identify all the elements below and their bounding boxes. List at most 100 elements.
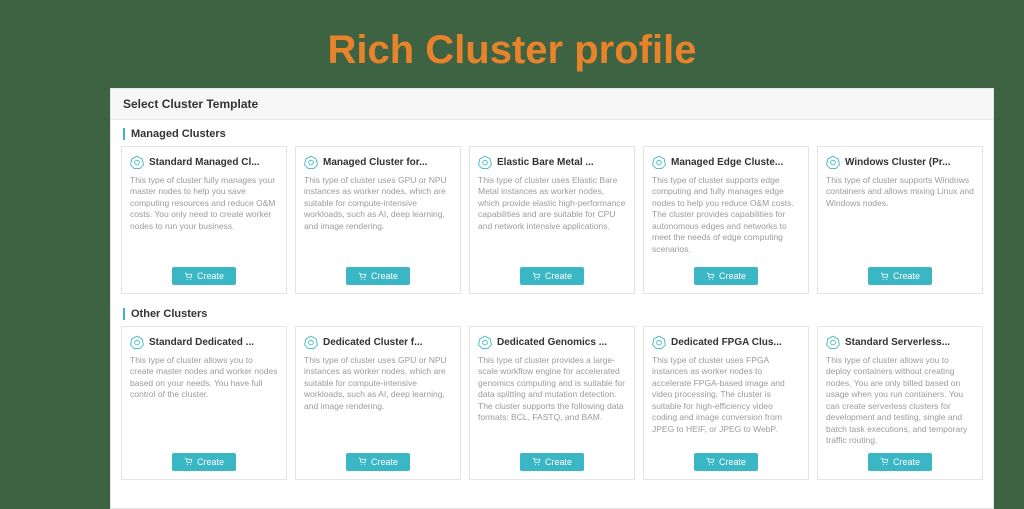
create-button-label: Create bbox=[893, 271, 920, 281]
accent-bar bbox=[123, 128, 125, 140]
create-button[interactable]: Create bbox=[346, 453, 410, 471]
card-footer: Create bbox=[130, 447, 278, 471]
cluster-card: Standard Serverless... This type of clus… bbox=[817, 326, 983, 480]
card-head: Elastic Bare Metal ... bbox=[478, 155, 626, 169]
card-footer: Create bbox=[304, 261, 452, 285]
create-button[interactable]: Create bbox=[172, 267, 236, 285]
section-managed-clusters: Managed Clusters Standard Managed Cl... … bbox=[111, 120, 993, 300]
kubernetes-icon bbox=[130, 155, 144, 169]
cluster-card: Dedicated FPGA Clus... This type of clus… bbox=[643, 326, 809, 480]
cart-icon bbox=[532, 457, 541, 466]
card-head: Dedicated Cluster f... bbox=[304, 335, 452, 349]
create-button[interactable]: Create bbox=[520, 453, 584, 471]
create-button-label: Create bbox=[545, 457, 572, 467]
card-footer: Create bbox=[130, 261, 278, 285]
card-title: Windows Cluster (Pr... bbox=[845, 157, 950, 168]
card-footer: Create bbox=[826, 261, 974, 285]
cart-icon bbox=[532, 272, 541, 281]
cluster-template-panel: Select Cluster Template Managed Clusters… bbox=[110, 88, 994, 509]
create-button-label: Create bbox=[197, 271, 224, 281]
cart-icon bbox=[184, 272, 193, 281]
card-head: Windows Cluster (Pr... bbox=[826, 155, 974, 169]
create-button[interactable]: Create bbox=[694, 453, 758, 471]
card-description: This type of cluster allows you to deplo… bbox=[826, 355, 974, 447]
card-footer: Create bbox=[304, 447, 452, 471]
create-button-label: Create bbox=[719, 271, 746, 281]
card-footer: Create bbox=[652, 447, 800, 471]
card-footer: Create bbox=[826, 447, 974, 471]
accent-bar bbox=[123, 308, 125, 320]
section-title-text: Other Clusters bbox=[131, 308, 207, 320]
create-button[interactable]: Create bbox=[172, 453, 236, 471]
create-button-label: Create bbox=[545, 271, 572, 281]
section-title: Managed Clusters bbox=[121, 120, 983, 146]
card-description: This type of cluster allows you to creat… bbox=[130, 355, 278, 447]
cluster-card: Dedicated Cluster f... This type of clus… bbox=[295, 326, 461, 480]
cluster-card: Standard Managed Cl... This type of clus… bbox=[121, 146, 287, 294]
card-head: Standard Managed Cl... bbox=[130, 155, 278, 169]
cart-icon bbox=[880, 272, 889, 281]
cards-row: Standard Dedicated ... This type of clus… bbox=[121, 326, 983, 480]
card-title: Dedicated FPGA Clus... bbox=[671, 337, 782, 348]
card-description: This type of cluster provides a large-sc… bbox=[478, 355, 626, 447]
cluster-card: Managed Edge Cluste... This type of clus… bbox=[643, 146, 809, 294]
cluster-card: Standard Dedicated ... This type of clus… bbox=[121, 326, 287, 480]
create-button-label: Create bbox=[893, 457, 920, 467]
create-button-label: Create bbox=[371, 271, 398, 281]
kubernetes-icon bbox=[478, 335, 492, 349]
card-footer: Create bbox=[652, 261, 800, 285]
cluster-card: Elastic Bare Metal ... This type of clus… bbox=[469, 146, 635, 294]
cart-icon bbox=[706, 457, 715, 466]
create-button[interactable]: Create bbox=[694, 267, 758, 285]
create-button[interactable]: Create bbox=[520, 267, 584, 285]
card-head: Dedicated Genomics ... bbox=[478, 335, 626, 349]
cluster-card: Managed Cluster for... This type of clus… bbox=[295, 146, 461, 294]
card-description: This type of cluster uses Elastic Bare M… bbox=[478, 175, 626, 261]
card-footer: Create bbox=[478, 261, 626, 285]
card-head: Dedicated FPGA Clus... bbox=[652, 335, 800, 349]
create-button[interactable]: Create bbox=[868, 453, 932, 471]
kubernetes-icon bbox=[826, 335, 840, 349]
card-title: Managed Cluster for... bbox=[323, 157, 427, 168]
slide-title: Rich Cluster profile bbox=[0, 28, 1024, 73]
card-footer: Create bbox=[478, 447, 626, 471]
kubernetes-icon bbox=[304, 155, 318, 169]
kubernetes-icon bbox=[652, 155, 666, 169]
card-description: This type of cluster uses GPU or NPU ins… bbox=[304, 355, 452, 447]
card-title: Dedicated Cluster f... bbox=[323, 337, 422, 348]
card-title: Standard Managed Cl... bbox=[149, 157, 260, 168]
cart-icon bbox=[880, 457, 889, 466]
card-head: Standard Dedicated ... bbox=[130, 335, 278, 349]
cart-icon bbox=[184, 457, 193, 466]
card-description: This type of cluster uses FPGA instances… bbox=[652, 355, 800, 447]
create-button-label: Create bbox=[371, 457, 398, 467]
create-button-label: Create bbox=[719, 457, 746, 467]
card-head: Standard Serverless... bbox=[826, 335, 974, 349]
card-description: This type of cluster uses GPU or NPU ins… bbox=[304, 175, 452, 261]
cards-row: Standard Managed Cl... This type of clus… bbox=[121, 146, 983, 294]
card-title: Dedicated Genomics ... bbox=[497, 337, 607, 348]
kubernetes-icon bbox=[826, 155, 840, 169]
card-title: Managed Edge Cluste... bbox=[671, 157, 783, 168]
kubernetes-icon bbox=[130, 335, 144, 349]
card-head: Managed Edge Cluste... bbox=[652, 155, 800, 169]
section-other-clusters: Other Clusters Standard Dedicated ... Th… bbox=[111, 300, 993, 486]
card-title: Standard Serverless... bbox=[845, 337, 950, 348]
section-title-text: Managed Clusters bbox=[131, 128, 226, 140]
cluster-card: Windows Cluster (Pr... This type of clus… bbox=[817, 146, 983, 294]
card-title: Standard Dedicated ... bbox=[149, 337, 254, 348]
cart-icon bbox=[358, 457, 367, 466]
create-button[interactable]: Create bbox=[346, 267, 410, 285]
create-button[interactable]: Create bbox=[868, 267, 932, 285]
card-description: This type of cluster supports Windows co… bbox=[826, 175, 974, 261]
cart-icon bbox=[358, 272, 367, 281]
kubernetes-icon bbox=[304, 335, 318, 349]
card-description: This type of cluster fully manages your … bbox=[130, 175, 278, 261]
create-button-label: Create bbox=[197, 457, 224, 467]
kubernetes-icon bbox=[652, 335, 666, 349]
card-head: Managed Cluster for... bbox=[304, 155, 452, 169]
card-title: Elastic Bare Metal ... bbox=[497, 157, 594, 168]
cluster-card: Dedicated Genomics ... This type of clus… bbox=[469, 326, 635, 480]
card-description: This type of cluster supports edge compu… bbox=[652, 175, 800, 261]
kubernetes-icon bbox=[478, 155, 492, 169]
